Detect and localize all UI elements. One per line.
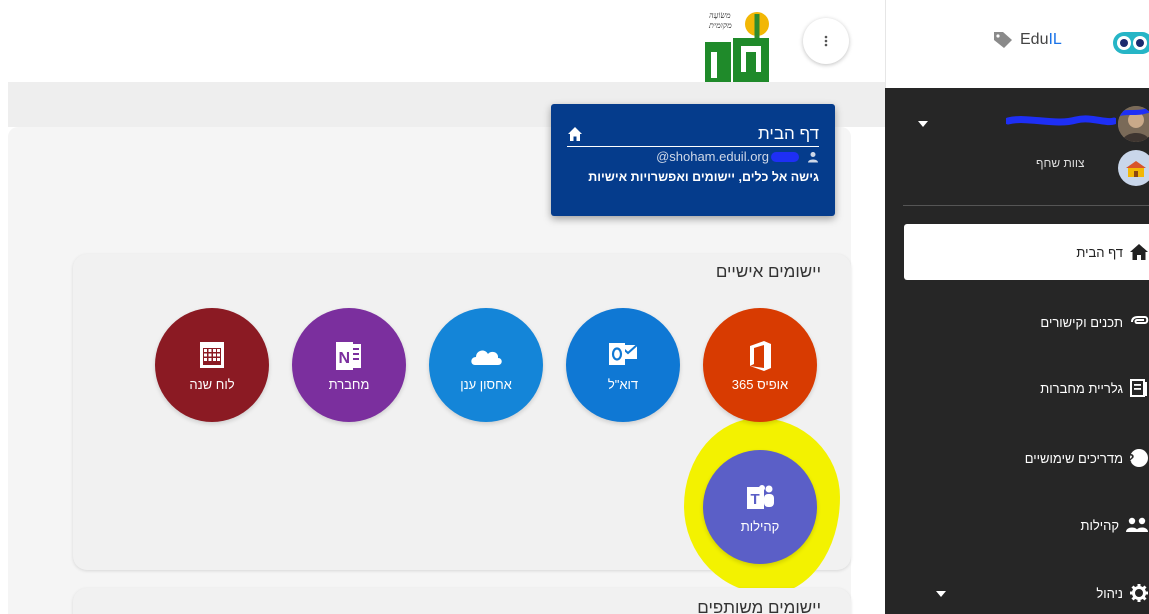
teams-icon: T: [747, 484, 774, 509]
help-icon: ?: [1129, 449, 1148, 467]
shared-apps-panel: יישומים משותפים: [73, 588, 851, 614]
app-label: אופיס 365: [731, 376, 789, 392]
calendar-icon: [200, 341, 224, 368]
school-building-icon: [1126, 161, 1146, 177]
svg-text:מקומית: מקומית: [708, 21, 732, 30]
admin-dropdown-icon[interactable]: [936, 591, 946, 597]
account-avatar[interactable]: [1118, 106, 1149, 142]
sidebar-item-guides[interactable]: ? מדריכים שימושיים: [1025, 448, 1149, 468]
app-label: דוא"ל: [607, 376, 639, 392]
home-card-description: גישה אל כלים, יישומים ואפשרויות אישיות: [588, 170, 819, 184]
app-label: אחסון ענן: [460, 376, 512, 392]
sidebar-item-label: תכנים וקישורים: [1040, 314, 1123, 330]
app-label: לוח שנה: [189, 376, 235, 392]
sidebar-item-home[interactable]: דף הבית: [1076, 242, 1149, 262]
shared-apps-title: יישומים משותפים: [697, 598, 821, 614]
cloud-storage-app[interactable]: אחסון ענן: [429, 308, 543, 422]
people-icon: [1126, 517, 1148, 532]
app-label: מחברת: [328, 376, 370, 392]
sidebar: [885, 88, 1149, 614]
avatar-image: [1118, 106, 1149, 142]
gear-icon: [1130, 584, 1148, 602]
sidebar-item-admin[interactable]: ניהול: [1096, 583, 1149, 603]
sidebar-divider: [903, 205, 1149, 206]
team-label[interactable]: צוות שחף: [1036, 156, 1085, 170]
onedrive-icon: [471, 349, 502, 365]
user-icon: [808, 151, 818, 162]
gallery-icon: [1130, 379, 1147, 397]
edu-brand-label[interactable]: EduIL: [1020, 31, 1062, 49]
onenote-icon: N: [336, 341, 361, 370]
brand-text-b: IL: [1048, 31, 1062, 48]
sidebar-item-label: גלריית מחברות: [1040, 380, 1123, 396]
home-icon: [568, 127, 582, 141]
personal-apps-title: יישומים אישיים: [715, 262, 821, 281]
outlook-icon: [609, 342, 638, 365]
mail-app[interactable]: דוא"ל: [566, 308, 680, 422]
home-card-title: דף הבית: [758, 124, 819, 143]
sidebar-item-label: ניהול: [1096, 585, 1123, 601]
user-email: @shoham.eduil.org: [656, 149, 769, 164]
sidebar-item-gallery[interactable]: גלריית מחברות: [1040, 378, 1149, 398]
sidebar-header: [885, 0, 1149, 88]
link-icon: [1131, 316, 1149, 324]
redacted-account-name: [1006, 115, 1116, 126]
more-vertical-icon: [824, 35, 828, 47]
sidebar-item-label: דף הבית: [1076, 244, 1123, 260]
home-card[interactable]: דף הבית @shoham.eduil.org גישה אל כלים, …: [551, 104, 835, 216]
notebook-app[interactable]: N מחברת: [292, 308, 406, 422]
sidebar-item-label: מדריכים שימושיים: [1024, 450, 1123, 466]
app-label: קהילות: [740, 518, 780, 534]
sidebar-item-content[interactable]: תכנים וקישורים: [1040, 312, 1149, 332]
team-avatar[interactable]: [1118, 150, 1149, 186]
school-logo: משׂוֹעָה מקומית: [703, 8, 779, 84]
calendar-app[interactable]: לוח שנה: [155, 308, 269, 422]
account-dropdown-icon[interactable]: [918, 121, 928, 127]
brand-text-a: Edu: [1020, 31, 1049, 48]
office-icon: [750, 340, 771, 371]
sidebar-item-label: קהילות: [1080, 517, 1119, 533]
office365-app[interactable]: אופיס 365: [703, 308, 817, 422]
sidebar-item-communities[interactable]: קהילות: [1080, 515, 1149, 535]
svg-text:N: N: [339, 350, 351, 367]
communities-app[interactable]: T קהילות: [703, 450, 817, 564]
more-options-button[interactable]: [803, 18, 849, 64]
redacted-mark: [771, 151, 799, 162]
home-icon: [1130, 244, 1148, 260]
user-email-row: @shoham.eduil.org: [567, 149, 819, 164]
svg-text:?: ?: [1129, 451, 1135, 466]
svg-text:משׂוֹעָה: משׂוֹעָה: [709, 11, 731, 20]
tag-icon: [994, 32, 1012, 48]
owl-logo-icon: [1113, 32, 1149, 54]
svg-text:T: T: [751, 491, 760, 508]
